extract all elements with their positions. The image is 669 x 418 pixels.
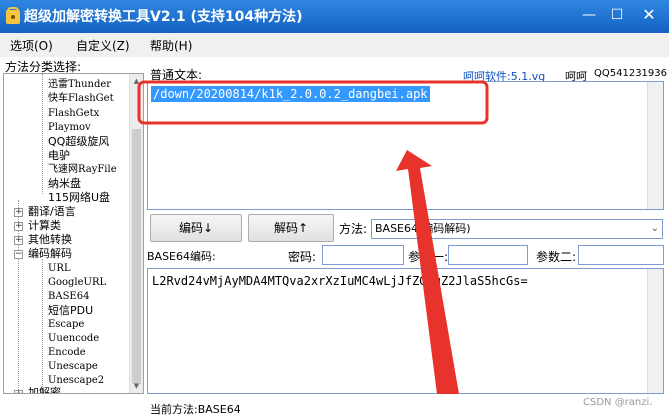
- window-title: 超级加解密转换工具V2.1 (支持104种方法): [24, 9, 303, 25]
- tree-category[interactable]: 编码解码: [28, 247, 72, 260]
- plain-scrollbar[interactable]: [647, 82, 663, 209]
- app-icon: [6, 7, 20, 24]
- tree-item[interactable]: 115网络U盘: [48, 191, 110, 204]
- tree-category[interactable]: 其他转换: [28, 233, 72, 246]
- tree-item[interactable]: 迅雷Thunder: [48, 78, 111, 91]
- tree-line: [42, 74, 43, 194]
- scroll-down-icon[interactable]: ▼: [130, 379, 143, 393]
- method-tree[interactable]: 迅雷Thunder 快车FlashGet FlashGetx Playmov Q…: [3, 73, 144, 394]
- tree-item[interactable]: 电驴: [48, 149, 70, 162]
- close-button[interactable]: ✕: [636, 2, 662, 28]
- tree-item[interactable]: Encode: [48, 346, 86, 359]
- watermark: CSDN @ranzi.: [583, 397, 653, 408]
- selected-plain-text[interactable]: /down/20200814/k1k_2.0.0.2_dangbei.apk: [151, 86, 430, 102]
- encode-button[interactable]: 编码↓: [150, 214, 242, 242]
- menu-custom[interactable]: 自定义(Z): [76, 37, 130, 54]
- tree-item[interactable]: 纳米盘: [48, 177, 81, 190]
- expand-toggle-icon[interactable]: +: [14, 222, 23, 231]
- title-bar: 超级加解密转换工具V2.1 (支持104种方法) — ☐ ✕: [0, 0, 669, 33]
- base64-label: BASE64编码:: [147, 250, 216, 263]
- decode-button[interactable]: 解码↑: [248, 214, 334, 242]
- base64-output[interactable]: L2Rvd24vMjAyMDA4MTQva2xrXzIuMC4wLjJfZGFu…: [147, 268, 664, 394]
- param1-label: 参数一:: [408, 250, 449, 264]
- expand-toggle-icon[interactable]: +: [14, 390, 23, 393]
- collapse-toggle-icon[interactable]: −: [14, 250, 23, 259]
- chevron-down-icon[interactable]: ⌄: [651, 220, 659, 238]
- base64-output-text[interactable]: L2Rvd24vMjAyMDA4MTQva2xrXzIuMC4wLjJfZGFu…: [152, 273, 528, 289]
- tree-category[interactable]: 计算类: [28, 219, 61, 232]
- menu-help[interactable]: 帮助(H): [150, 37, 192, 54]
- status-text: 当前方法:BASE64: [150, 403, 241, 416]
- tree-item[interactable]: BASE64: [48, 290, 89, 303]
- tree-item[interactable]: 短信PDU: [48, 304, 93, 317]
- tree-item[interactable]: Escape: [48, 318, 84, 331]
- minimize-button[interactable]: —: [576, 2, 602, 28]
- tree-category[interactable]: 加解密: [28, 386, 61, 393]
- tree-item[interactable]: 快车FlashGet: [48, 92, 114, 105]
- tree-item[interactable]: URL: [48, 262, 71, 275]
- tree-item[interactable]: GoogleURL: [48, 276, 106, 289]
- param2-label: 参数二:: [536, 250, 577, 264]
- maximize-button[interactable]: ☐: [604, 2, 630, 28]
- expand-toggle-icon[interactable]: +: [14, 208, 23, 217]
- param2-input[interactable]: [578, 245, 664, 265]
- password-label: 密码:: [288, 250, 317, 264]
- tree-item[interactable]: Unescape: [48, 360, 98, 373]
- menu-bar: 选项(O) 自定义(Z) 帮助(H): [0, 33, 669, 57]
- password-input[interactable]: [322, 245, 404, 265]
- method-select-value: BASE64(编码解码): [375, 222, 471, 235]
- tree-category[interactable]: 翻译/语言: [28, 205, 76, 218]
- scroll-up-icon[interactable]: ▲: [130, 74, 143, 88]
- qq-text: QQ541231936: [594, 68, 668, 79]
- tree-item[interactable]: QQ超级旋风: [48, 135, 109, 148]
- tree-item[interactable]: 飞速网RayFile: [48, 163, 117, 176]
- expand-toggle-icon[interactable]: +: [14, 236, 23, 245]
- tree-scrollbar[interactable]: ▲ ▼: [129, 74, 143, 393]
- plain-text-input[interactable]: /down/20200814/k1k_2.0.0.2_dangbei.apk: [147, 81, 664, 210]
- param1-input[interactable]: [448, 245, 528, 265]
- base64-scrollbar[interactable]: [647, 269, 663, 393]
- method-select[interactable]: BASE64(编码解码) ⌄: [371, 219, 663, 239]
- tree-scroll-thumb[interactable]: [132, 129, 141, 384]
- tree-item[interactable]: FlashGetx: [48, 107, 99, 120]
- tree-item[interactable]: Uuencode: [48, 332, 99, 345]
- tree-line: [42, 259, 43, 389]
- method-label: 方法:: [339, 222, 368, 236]
- tree-item[interactable]: Playmov: [48, 121, 91, 134]
- menu-options[interactable]: 选项(O): [10, 37, 53, 54]
